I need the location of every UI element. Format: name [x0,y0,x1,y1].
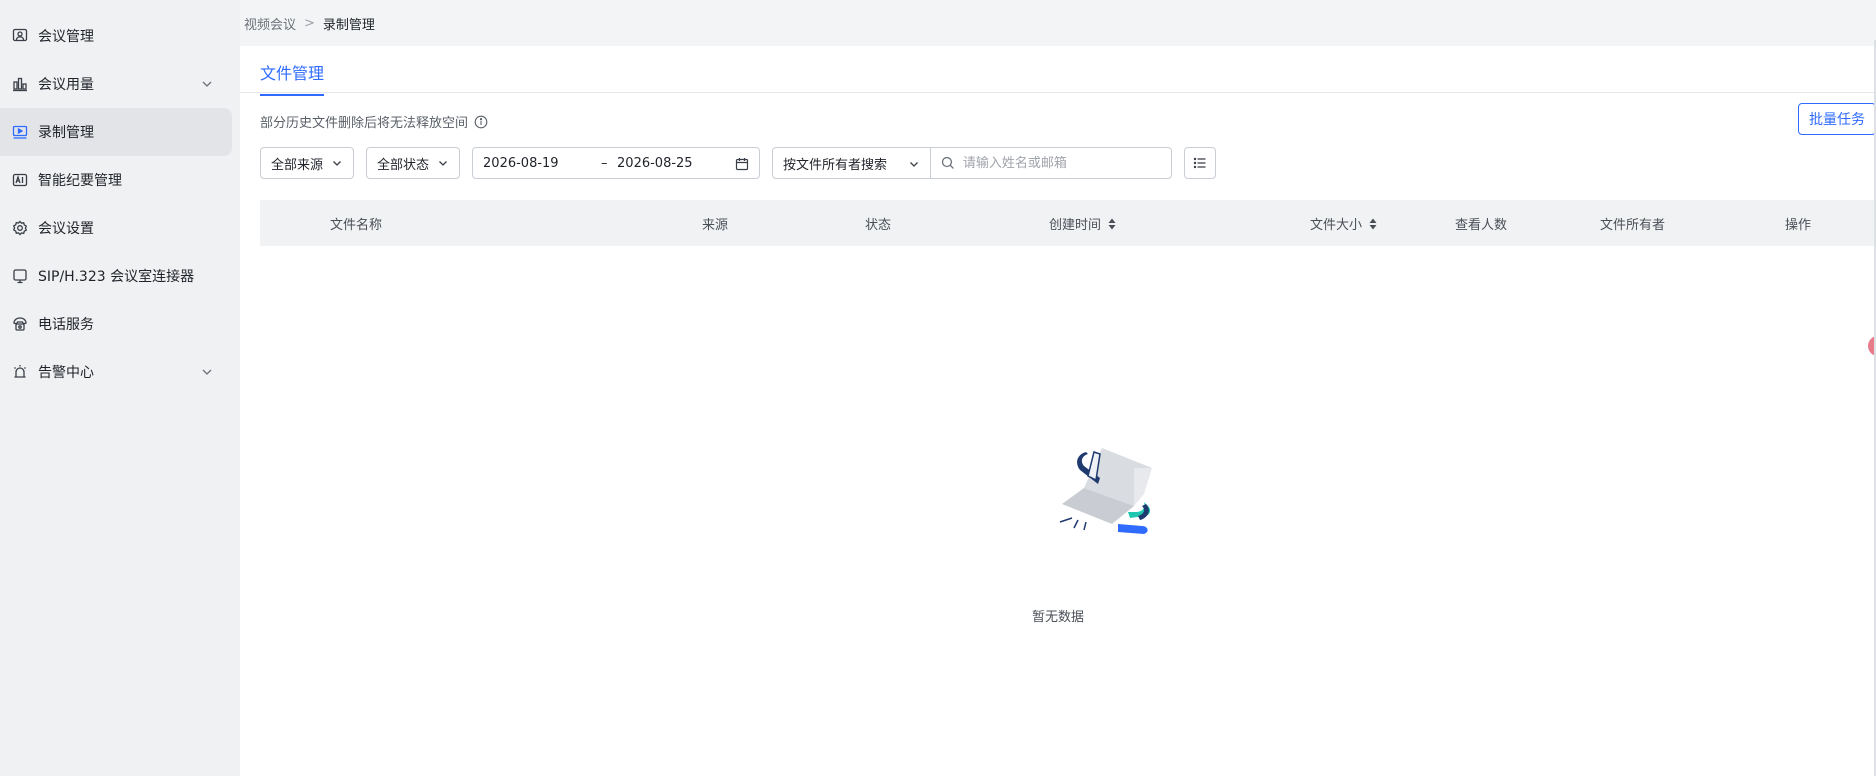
source-select-value: 全部来源 [271,157,324,173]
sidebar-item-meeting-usage[interactable]: 会议用量 [0,60,232,108]
sidebar-item-label: 会议用量 [38,77,94,93]
storage-notice: 部分历史文件删除后将无法释放空间 [260,112,488,131]
sidebar-item-label: 电话服务 [38,317,94,333]
sidebar-item-label: SIP/H.323 会议室连接器 [38,269,195,285]
record-icon [12,124,28,140]
empty-text: 暂无数据 [1031,610,1084,625]
sidebar-item-meeting-manage[interactable]: 会议管理 [0,12,232,60]
monitor-icon [12,268,28,284]
breadcrumb-current: 录制管理 [322,17,375,33]
column-header-view-count: 查看人数 [1455,214,1507,233]
calendar-icon[interactable] [735,157,749,171]
notice-text: 部分历史文件删除后将无法释放空间 [260,116,469,131]
table-header: 文件名称 来源 状态 创建时间 文件大小 查看人数 文件所有者 操作 [260,200,1876,246]
phone-icon [12,316,28,332]
info-icon[interactable] [474,115,488,129]
date-range-separator: – [601,155,608,171]
sidebar-item-label: 会议设置 [38,221,94,237]
column-header-file-size[interactable]: 文件大小 [1310,214,1378,233]
column-header-actions: 操作 [1785,214,1811,233]
column-header-filename: 文件名称 [330,214,382,233]
sidebar-item-label: 录制管理 [38,125,94,141]
sidebar-item-meeting-settings[interactable]: 会议设置 [0,204,232,252]
column-label: 文件所有者 [1600,218,1666,233]
source-select[interactable]: 全部来源 [260,147,355,179]
sidebar-item-record-manage[interactable]: 录制管理 [0,108,232,156]
meeting-manage-icon [12,28,28,44]
column-label: 查看人数 [1455,218,1508,233]
column-label: 操作 [1785,218,1812,233]
column-header-owner: 文件所有者 [1600,214,1665,233]
breadcrumb: 视频会议 > 录制管理 [240,0,1876,46]
search-box [931,148,1171,178]
column-header-status: 状态 [865,214,891,233]
sidebar: 会议管理 会议用量 录制管理 智能纪要管理 会议设置 SIP/H.323 会议室… [0,0,240,776]
chevron-down-icon [202,369,212,375]
column-header-source: 来源 [702,214,728,233]
breadcrumb-separator: > [304,15,315,31]
chevron-down-icon [202,81,212,87]
ai-icon [12,172,28,188]
status-select[interactable]: 全部状态 [366,147,461,179]
main-content: 视频会议 > 录制管理 文件管理 部分历史文件删除后将无法释放空间 批量任务 全… [240,0,1876,776]
gear-icon [12,220,28,236]
sidebar-item-label: 告警中心 [38,365,94,381]
column-settings-button[interactable] [1184,147,1217,179]
column-label: 创建时间 [1049,218,1102,233]
column-header-created-time[interactable]: 创建时间 [1049,214,1117,233]
search-icon [941,156,954,169]
status-select-value: 全部状态 [377,157,430,173]
list-icon [1193,157,1206,169]
sidebar-item-sip-connector[interactable]: SIP/H.323 会议室连接器 [0,252,232,300]
sort-icon[interactable] [1107,218,1117,230]
breadcrumb-parent[interactable]: 视频会议 [244,14,296,33]
sidebar-item-phone-service[interactable]: 电话服务 [0,300,232,348]
column-label: 文件名称 [330,218,383,233]
app: 会议管理 会议用量 录制管理 智能纪要管理 会议设置 SIP/H.323 会议室… [0,0,1876,776]
chevron-down-icon [910,162,918,167]
bar-chart-icon [12,76,28,92]
sidebar-item-alarm-center[interactable]: 告警中心 [0,348,232,396]
tab-file-manage[interactable]: 文件管理 [260,60,325,96]
sort-icon[interactable] [1368,218,1378,230]
date-end[interactable]: 2026-08-25 [617,156,693,171]
chevron-down-icon [333,161,341,166]
search-group: 按文件所有者搜索 [772,147,1173,179]
column-label: 来源 [702,218,729,233]
sidebar-item-ai-minutes[interactable]: 智能纪要管理 [0,156,232,204]
sidebar-item-label: 会议管理 [38,29,94,45]
column-label: 状态 [865,218,892,233]
chevron-down-icon [439,161,447,166]
empty-box-illustration [1059,448,1152,534]
content-panel: 文件管理 部分历史文件删除后将无法释放空间 批量任务 全部来源 全部状态 202… [240,46,1876,776]
search-type-value: 按文件所有者搜索 [783,157,888,173]
alarm-icon [12,364,28,380]
sidebar-item-label: 智能纪要管理 [38,173,122,189]
date-range-picker[interactable]: 2026-08-19 – 2026-08-25 [472,147,761,179]
search-type-select[interactable]: 按文件所有者搜索 [773,148,932,178]
date-start[interactable]: 2026-08-19 [483,156,601,171]
search-input[interactable] [962,155,1162,171]
filter-bar: 全部来源 全部状态 2026-08-19 – 2026-08-25 按文件所有者… [260,147,1217,181]
column-label: 文件大小 [1310,218,1363,233]
batch-task-button[interactable]: 批量任务 [1798,103,1876,135]
tab-bar: 文件管理 [240,46,1876,96]
